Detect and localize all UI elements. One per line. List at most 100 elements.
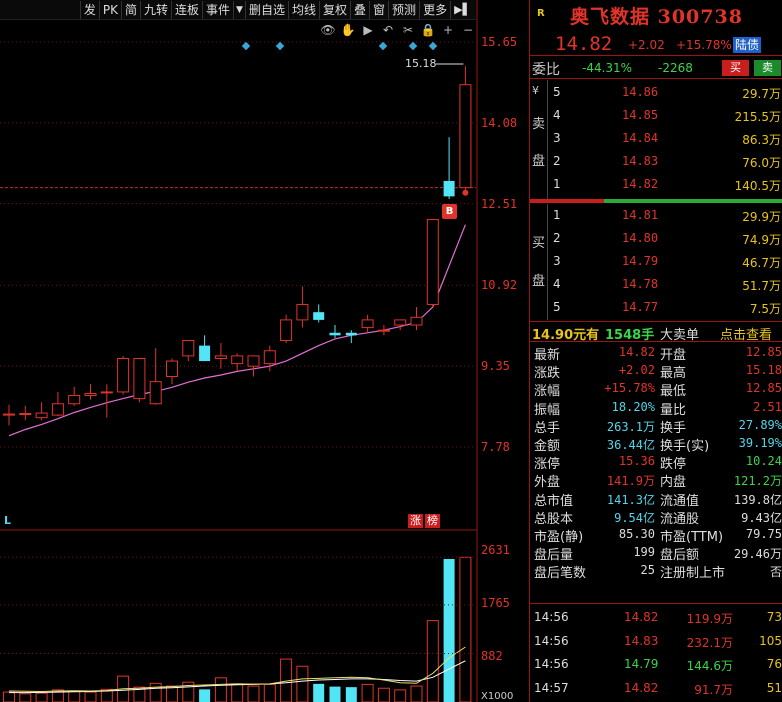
bid-row[interactable]: 4 14.78 51.7万 bbox=[550, 273, 782, 296]
toolbar-btn-window[interactable]: 窗 bbox=[369, 0, 388, 19]
toolbar-btn-lianban[interactable]: 连板 bbox=[171, 0, 202, 19]
bid-row[interactable]: 2 14.80 74.9万 bbox=[550, 227, 782, 250]
toolbar-btn-ma[interactable]: 均线 bbox=[287, 0, 319, 19]
quote-value: 39.19% bbox=[738, 436, 782, 450]
tick-volume: 119.9万 bbox=[686, 612, 733, 626]
price-tick-label: 7.78 bbox=[481, 440, 510, 454]
ask-label-char: 盘 bbox=[532, 154, 546, 169]
ask-bid-divider bbox=[530, 199, 782, 203]
ask-label-char: 卖 bbox=[532, 117, 546, 132]
tick-count: 76 bbox=[766, 657, 782, 671]
zoom-in-icon[interactable]: + bbox=[440, 22, 456, 38]
eye-icon[interactable]: 👁 bbox=[320, 22, 336, 38]
quote-key: 总手 bbox=[534, 420, 561, 436]
zoom-out-icon[interactable]: − bbox=[460, 22, 476, 38]
tick-time: 14:56 bbox=[534, 633, 569, 648]
bid-row[interactable]: 5 14.77 7.5万 bbox=[550, 296, 782, 319]
quote-key: 换手 bbox=[660, 420, 687, 436]
quote-row: 外盘 141.9万 内盘 121.2万 bbox=[530, 471, 782, 490]
hand-icon[interactable]: ✋ bbox=[340, 22, 356, 38]
candle-body bbox=[35, 412, 48, 419]
toolbar-btn-delete-watch[interactable]: 删自选 bbox=[244, 0, 288, 19]
r-badge: R bbox=[537, 8, 545, 19]
quote-key: 最新 bbox=[534, 348, 561, 363]
quote-key: 跌停 bbox=[660, 457, 687, 473]
volume-bar bbox=[345, 687, 357, 702]
weibi-diff: -2268 bbox=[658, 61, 693, 75]
quote-key: 换手(实) bbox=[660, 439, 710, 454]
quote-key: 最低 bbox=[660, 384, 687, 400]
lock-icon[interactable]: 🔒 bbox=[420, 22, 436, 38]
toolbar-btn-overlay[interactable]: 叠 bbox=[350, 0, 369, 19]
quote-key: 盘后额 bbox=[660, 548, 700, 564]
candle-body bbox=[361, 319, 374, 329]
quote-value: 139.8亿 bbox=[733, 492, 782, 507]
toolbar-dropdown-icon[interactable]: ▼ bbox=[233, 0, 245, 19]
toolbar-btn-pk[interactable]: PK bbox=[98, 0, 121, 19]
toolbar-btn-more[interactable]: 更多 bbox=[419, 0, 450, 19]
yen-icon: ¥ bbox=[532, 84, 539, 97]
bid-row[interactable]: 3 14.79 46.7万 bbox=[550, 250, 782, 273]
candle-body bbox=[280, 319, 293, 341]
toolbar-collapse-icon[interactable]: ▶▌ bbox=[450, 0, 474, 19]
candle-body bbox=[199, 345, 211, 362]
limit-up-tag[interactable]: 涨 bbox=[408, 514, 423, 528]
tick-price: 14.82 bbox=[624, 680, 659, 695]
quote-value: 85.30 bbox=[618, 527, 655, 541]
ask-row[interactable]: 1 14.82 140.5万 bbox=[550, 173, 782, 196]
toolbar-btn-fa[interactable]: 发 bbox=[79, 0, 99, 19]
toolbar-btn-shijian[interactable]: 事件 bbox=[202, 0, 233, 19]
tick-row: 14:56 14.83 232.1万 105 bbox=[530, 630, 782, 653]
quote-key: 盘后量 bbox=[534, 548, 574, 564]
candle-body bbox=[377, 329, 390, 332]
candle-body bbox=[345, 332, 357, 336]
toolbar-btn-jian[interactable]: 简 bbox=[120, 0, 140, 19]
scissors-icon[interactable]: ✂ bbox=[400, 22, 416, 38]
bid-label-char: 买 bbox=[532, 236, 546, 251]
quote-value: 15.18 bbox=[745, 363, 782, 378]
undo-icon[interactable]: ↶ bbox=[380, 22, 396, 38]
play-icon[interactable]: ▶ bbox=[360, 22, 376, 38]
big-order-line: 14.90元有 1548手 大卖单 点击查看 bbox=[530, 321, 782, 343]
bid-row[interactable]: 1 14.81 29.9万 bbox=[550, 204, 782, 227]
ask-row[interactable]: 3 14.84 86.3万 bbox=[550, 127, 782, 150]
candle-body bbox=[410, 316, 423, 326]
buy-signal-marker[interactable]: B bbox=[442, 204, 457, 219]
chart-tool-icons: 👁 ✋ ▶ ↶ ✂ 🔒 + − bbox=[320, 22, 476, 38]
event-diamond bbox=[428, 41, 438, 51]
ask-row[interactable]: 4 14.85 215.5万 bbox=[550, 104, 782, 127]
big-order-qty: 1548手 bbox=[605, 328, 655, 343]
event-diamond bbox=[378, 41, 388, 51]
ask-row[interactable]: 2 14.83 76.0万 bbox=[550, 150, 782, 173]
quote-value: 25 bbox=[640, 563, 655, 578]
big-order-price: 14.90元有 bbox=[532, 328, 600, 343]
toolbar-btn-jiuzhuan[interactable]: 九转 bbox=[140, 0, 171, 19]
quote-value: +15.78% bbox=[604, 381, 655, 396]
candle-body bbox=[313, 312, 325, 320]
volume-bar bbox=[199, 689, 211, 702]
toolbar-btn-adjust[interactable]: 复权 bbox=[319, 0, 350, 19]
quote-key: 涨幅 bbox=[534, 384, 561, 400]
candle-body bbox=[117, 357, 130, 393]
buy-button[interactable]: 买 bbox=[722, 60, 749, 76]
chart-toolbar: 发 PK 简 九转 连板 事件 ▼ 删自选 均线 复权 叠 窗 预测 更多 ▶▌ bbox=[0, 0, 476, 20]
sell-button[interactable]: 卖 bbox=[754, 60, 781, 76]
quote-value: 263.1万 bbox=[606, 419, 655, 434]
quote-value: 9.54亿 bbox=[614, 510, 655, 525]
board-badge[interactable]: 陆债 bbox=[733, 37, 762, 53]
quote-row: 市盈(静) 85.30 市盈(TTM) 79.75 bbox=[530, 526, 782, 545]
volume-bar bbox=[263, 683, 276, 702]
volume-bar bbox=[214, 677, 227, 702]
tick-row: 14:57 14.82 91.7万 51 bbox=[530, 677, 782, 700]
toolbar-btn-forecast[interactable]: 预测 bbox=[388, 0, 419, 19]
quote-value: 121.2万 bbox=[733, 474, 782, 489]
ranking-tag[interactable]: 榜 bbox=[425, 514, 440, 528]
quote-value: 29.46万 bbox=[733, 547, 782, 562]
quote-value: 12.85 bbox=[745, 381, 782, 396]
volume-unit-label: X1000 bbox=[481, 691, 514, 702]
kline-chart[interactable] bbox=[0, 0, 478, 702]
candle-body bbox=[149, 381, 162, 405]
candle-body bbox=[19, 413, 32, 416]
view-big-orders-link[interactable]: 点击查看 bbox=[720, 324, 772, 343]
ask-row[interactable]: 5 14.86 29.7万 bbox=[550, 81, 782, 104]
